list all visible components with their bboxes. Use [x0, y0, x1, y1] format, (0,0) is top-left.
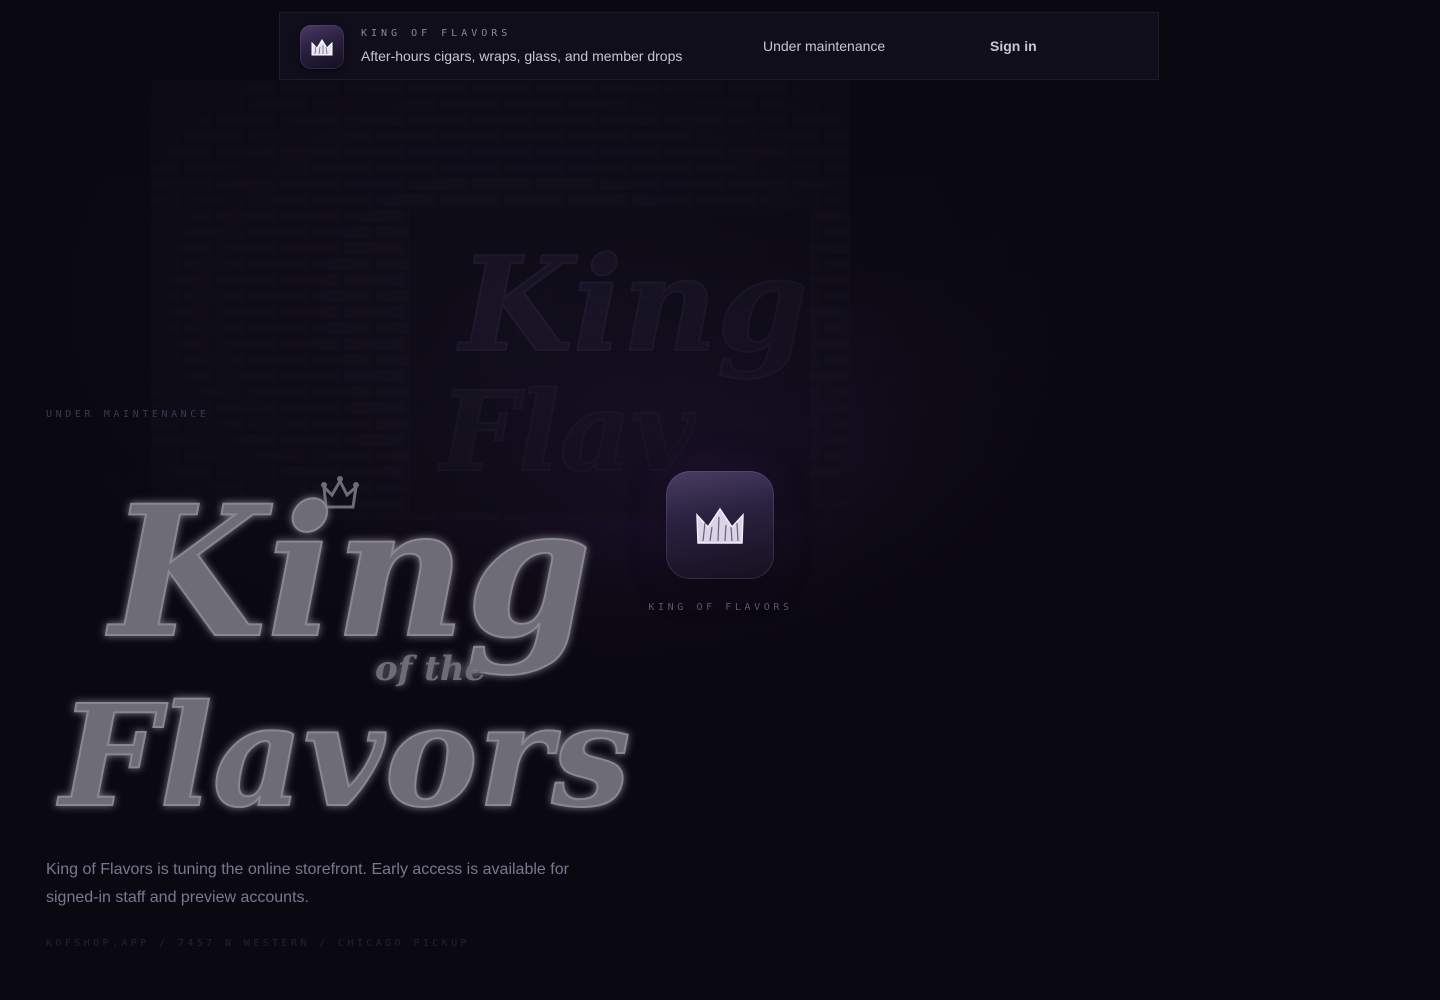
top-bar: KING OF FLAVORS After-hours cigars, wrap…: [279, 12, 1159, 80]
svg-text:King: King: [456, 228, 808, 381]
logo-word-king: King: [105, 467, 592, 678]
king-of-the-flavors-logo: King of the Flavors: [55, 466, 632, 840]
app-caption: KING OF FLAVORS: [648, 602, 793, 613]
brand-tagline: After-hours cigars, wraps, glass, and me…: [361, 48, 683, 64]
logo-word-flavors: Flavors: [56, 675, 631, 839]
app-icon: [666, 471, 774, 579]
sign-in-button[interactable]: Sign in: [990, 38, 1037, 54]
hero-description: King of Flavors is tuning the online sto…: [46, 861, 569, 906]
brand-name: KING OF FLAVORS: [361, 28, 512, 39]
brand-logo[interactable]: [300, 25, 344, 69]
maintenance-page: King Flav KING OF FLAVORS After-hours ci…: [0, 0, 1440, 1000]
eyebrow-label: UNDER MAINTENANCE: [46, 409, 210, 420]
maintenance-status: Under maintenance: [763, 38, 886, 54]
hero-meta-address: KOFSHOP.APP / 7457 N WESTERN / CHICAGO P…: [46, 938, 470, 949]
